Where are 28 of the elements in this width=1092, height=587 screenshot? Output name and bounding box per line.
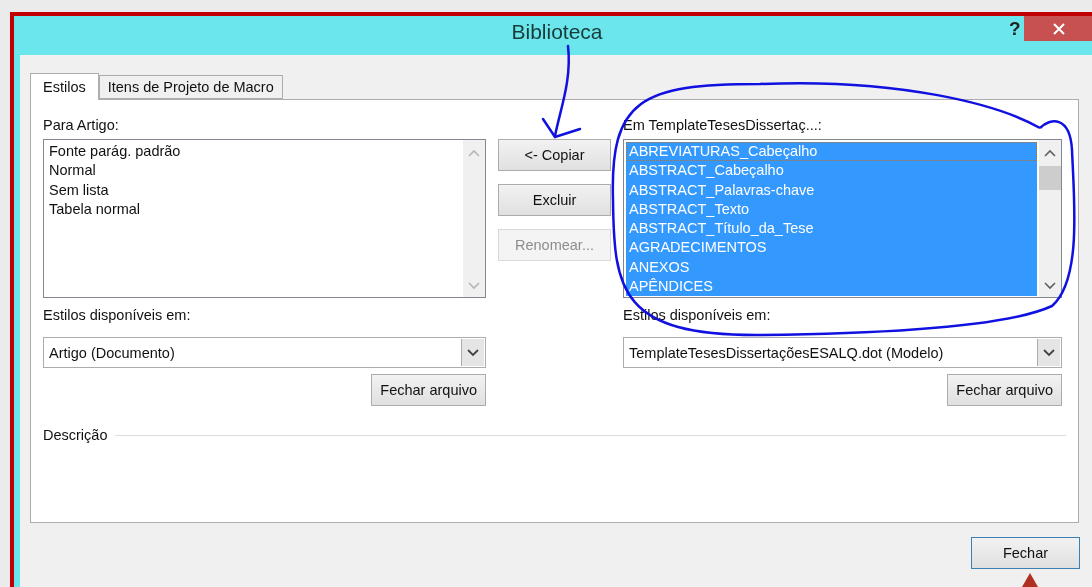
source-dropdown[interactable]: Artigo (Documento) xyxy=(43,337,486,368)
style-item[interactable]: Tabela normal xyxy=(46,199,461,220)
style-item[interactable]: Fonte parág. padrão xyxy=(46,142,461,162)
description-label: Descrição xyxy=(43,427,108,443)
scroll-down-icon[interactable] xyxy=(1044,282,1056,290)
close-dialog-button[interactable]: Fechar xyxy=(971,537,1080,569)
list-label: Para Artigo: xyxy=(43,117,120,135)
pointer-arrow xyxy=(1022,573,1038,587)
style-item[interactable]: Normal xyxy=(46,161,461,181)
close-icon xyxy=(1053,22,1065,35)
style-item[interactable]: Sem lista xyxy=(46,180,461,200)
close-file-button[interactable]: Fechar arquivo xyxy=(947,374,1062,406)
scrollbar[interactable] xyxy=(1039,140,1061,297)
window-title: Biblioteca xyxy=(511,20,603,44)
action-button[interactable]: Excluir xyxy=(498,184,611,216)
close-file-button[interactable]: Fechar arquivo xyxy=(371,374,486,406)
action-button[interactable]: <- Copiar xyxy=(498,139,611,171)
source-dropdown[interactable]: TemplateTesesDissertaçõesESALQ.dot (Modelo) xyxy=(623,337,1062,368)
available-label: Estilos disponíveis em: xyxy=(43,307,192,325)
scroll-thumb[interactable] xyxy=(1039,166,1061,190)
chevron-down-icon xyxy=(467,348,479,357)
style-list[interactable]: Fonte parág. padrão Normal Sem lista Tabela normal xyxy=(43,139,486,298)
help-button[interactable]: ? xyxy=(1009,18,1021,40)
tab[interactable]: Estilos xyxy=(30,73,99,100)
scroll-up-icon[interactable] xyxy=(1044,149,1056,157)
tab[interactable]: Itens de Projeto de Macro xyxy=(98,75,283,99)
close-button[interactable] xyxy=(1024,16,1092,41)
chevron-down-icon xyxy=(1043,348,1055,357)
